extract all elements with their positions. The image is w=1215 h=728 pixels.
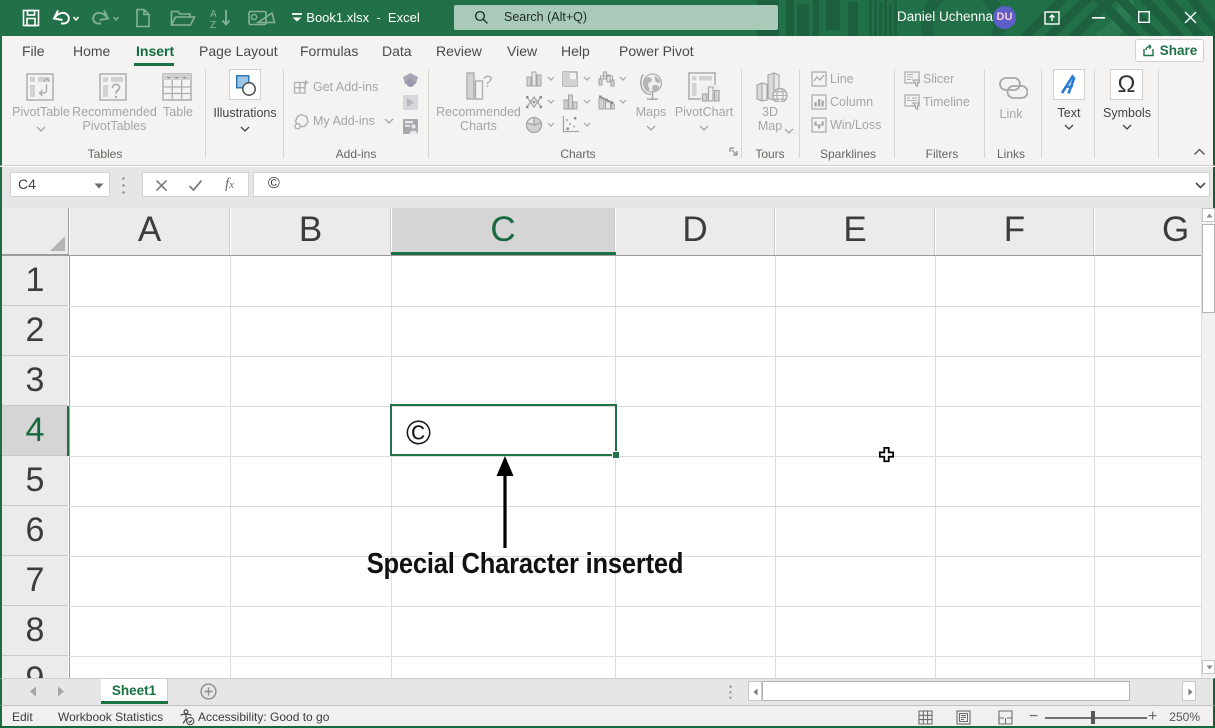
svg-text:A: A (210, 9, 217, 20)
svg-text:?: ? (483, 72, 492, 91)
svg-text:Z: Z (210, 20, 216, 29)
